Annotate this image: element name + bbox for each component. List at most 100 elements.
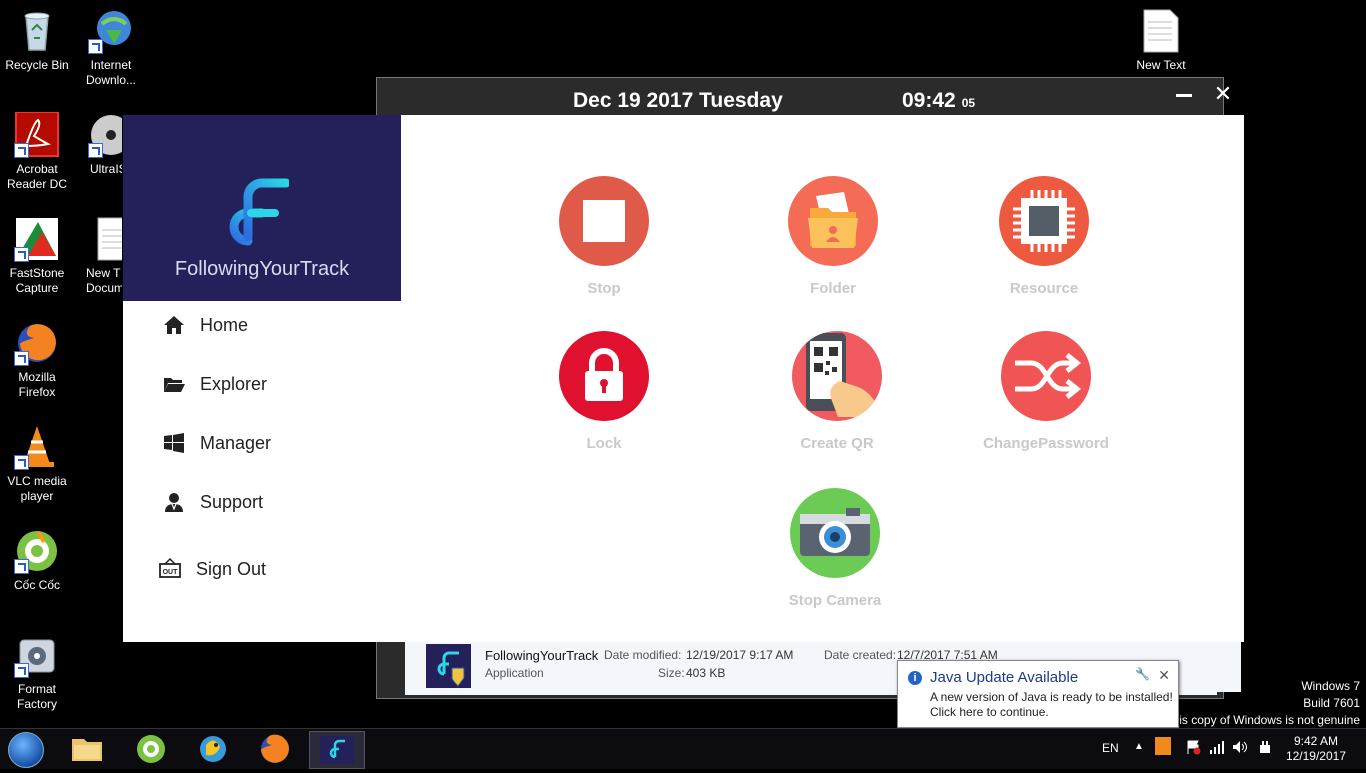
desktop-icon-internet-download-manager[interactable]: Internet Downlo... (74, 8, 148, 88)
tile-label: Folder (810, 280, 856, 297)
acrobat-icon (14, 111, 60, 158)
header-time: 09:42 05 (902, 89, 975, 113)
minimize-button[interactable] (1176, 84, 1193, 101)
ultraiso-disc-icon (88, 112, 122, 158)
tile-label: Create QR (800, 435, 874, 452)
taskbar-explorer[interactable] (60, 731, 114, 767)
stop-icon (559, 176, 649, 266)
windows-icon (164, 433, 184, 453)
coc-coc-icon (14, 528, 60, 574)
modified-label: Date modified: (604, 648, 682, 662)
firefox-icon (14, 320, 60, 366)
folder-open-icon (164, 378, 185, 392)
cpu-chip-icon (999, 176, 1089, 266)
folder-icon (72, 739, 102, 761)
nav-item-explorer[interactable]: Explorer (123, 365, 401, 405)
created-label: Date created: (824, 648, 897, 662)
header-time-seconds: 05 (961, 96, 976, 110)
desktop-icon-new-text[interactable]: New Text (1124, 8, 1198, 73)
action-center-flag-icon[interactable] (1186, 739, 1202, 758)
taskbar-followingyourtrack[interactable] (309, 731, 365, 769)
network-signal-icon[interactable] (1209, 739, 1225, 758)
desktop-icon-recycle-bin[interactable]: Recycle Bin (0, 8, 74, 73)
folder-icon (788, 176, 878, 266)
info-icon: i (908, 671, 922, 685)
power-plug-icon[interactable] (1257, 739, 1273, 758)
shortcut-arrow-icon (14, 455, 29, 470)
notification-close-icon[interactable]: ✕ (1158, 667, 1170, 684)
app-logo-icon (229, 178, 289, 246)
text-document-icon (1138, 8, 1184, 54)
close-button[interactable]: ✕ (1213, 81, 1233, 106)
windows-orb-icon (8, 732, 44, 768)
notification-message: A new version of Java is ready to be ins… (930, 690, 1173, 720)
tile-label: Stop Camera (788, 592, 882, 609)
home-icon (164, 316, 184, 334)
nav-item-support[interactable]: Support (123, 483, 401, 523)
taskbar-firefox[interactable] (248, 731, 302, 767)
shortcut-arrow-icon (14, 247, 29, 262)
header-time-hm: 09:42 (902, 89, 956, 112)
desktop-icon-acrobat-reader[interactable]: Acrobat Reader DC (0, 111, 74, 192)
tile-label: Resource (1009, 280, 1079, 297)
shortcut-arrow-icon (14, 351, 29, 366)
file-type: Application (485, 666, 544, 680)
shortcut-arrow-icon (14, 559, 29, 574)
tile-change-password[interactable]: ChangePassword (961, 331, 1131, 452)
coc-coc-icon (137, 735, 165, 763)
camera-icon (790, 488, 880, 578)
faststone-icon (14, 216, 60, 262)
start-button[interactable] (4, 731, 48, 768)
brand-header: FollowingYourTrack (123, 115, 401, 301)
system-clock[interactable]: 9:42 AM 12/19/2017 (1286, 734, 1346, 764)
taskbar-coc-coc[interactable] (124, 731, 178, 767)
text-document-icon (92, 216, 122, 262)
size-label: Size: (658, 666, 685, 680)
desktop-icon-format-factory[interactable]: Format Factory (0, 632, 74, 712)
desktop-icon-mozilla-firefox[interactable]: Mozilla Firefox (0, 320, 74, 400)
nav-item-label: Manager (200, 433, 272, 453)
tile-create-qr[interactable]: Create QR (752, 331, 922, 452)
tile-stop[interactable]: Stop (519, 176, 689, 297)
taskbar: EN ▲ 9:42 AM 12/19/2017 (0, 728, 1366, 769)
nav-item-label: Support (200, 492, 264, 512)
desktop-icon-new-text-document[interactable]: New T Docum (74, 216, 122, 296)
nav-item-label: Explorer (200, 374, 268, 394)
desktop-icon-faststone-capture[interactable]: FastStone Capture (0, 216, 74, 296)
tile-label: Lock (586, 435, 622, 452)
desktop-icon-ultraiso[interactable]: UltraIS (74, 112, 122, 177)
nav-item-label: Home (200, 315, 249, 335)
clock-date: 12/19/2017 (1285, 749, 1346, 763)
tile-resource[interactable]: Resource (959, 176, 1129, 297)
nav-item-home[interactable]: Home (123, 306, 401, 346)
nav-item-manager[interactable]: Manager (123, 424, 401, 464)
tile-stop-camera[interactable]: Stop Camera (750, 488, 920, 609)
svg-text:OUT: OUT (163, 569, 179, 576)
brand-name: FollowingYourTrack (174, 258, 350, 280)
exit-icon: OUT (159, 558, 181, 578)
idm-icon (88, 8, 134, 54)
wrench-icon[interactable]: 🔧 (1135, 667, 1150, 681)
app-logo-icon (320, 736, 354, 764)
language-indicator[interactable]: EN (1102, 741, 1119, 755)
show-hidden-icons-icon[interactable]: ▲ (1134, 741, 1144, 752)
modified-value: 12/19/2017 9:17 AM (686, 648, 794, 662)
windows-build-watermark: Build 7601 (1303, 696, 1360, 710)
java-update-notification[interactable]: i Java Update Available A new version of… (897, 660, 1179, 728)
shuffle-icon (1001, 331, 1091, 421)
notification-title: Java Update Available (930, 669, 1079, 686)
format-factory-icon (14, 632, 60, 678)
volume-speaker-icon[interactable] (1232, 739, 1248, 758)
tile-folder[interactable]: Folder (748, 176, 918, 297)
taskbar-messenger[interactable] (186, 731, 240, 767)
tile-lock[interactable]: Lock (519, 331, 689, 452)
close-icon: ✕ (1213, 81, 1233, 106)
nav-item-sign-out[interactable]: OUT Sign Out (123, 550, 401, 590)
vlc-cone-icon (14, 424, 60, 470)
nav-item-label: Sign Out (196, 559, 267, 579)
desktop-icon-coc-coc[interactable]: Cốc Cốc (0, 528, 74, 593)
file-name: FollowingYourTrack (485, 648, 599, 663)
windows-genuine-watermark: is copy of Windows is not genuine (1179, 713, 1360, 727)
java-tray-icon[interactable] (1155, 737, 1171, 755)
desktop-icon-vlc[interactable]: VLC media player (0, 424, 74, 504)
